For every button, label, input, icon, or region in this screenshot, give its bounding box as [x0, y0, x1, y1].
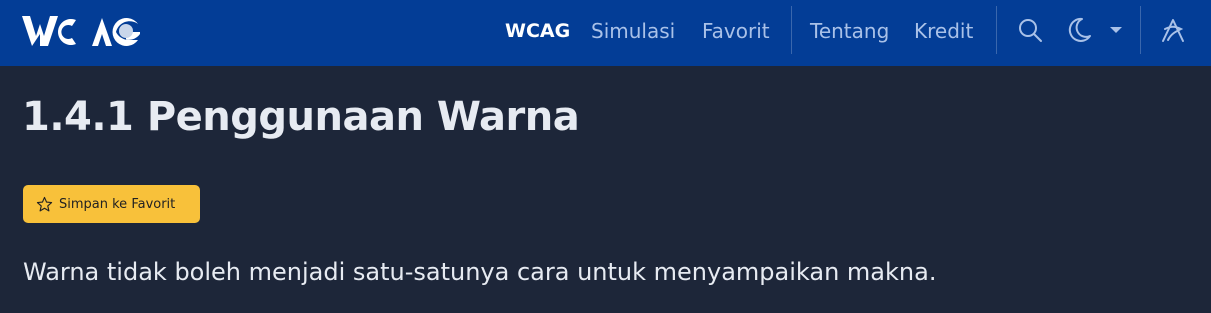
- nav-divider: [1140, 6, 1141, 54]
- search-icon[interactable]: [1016, 16, 1044, 44]
- page-title: 1.4.1 Penggunaan Warna: [22, 94, 580, 140]
- save-to-favorites-label: Simpan ke Favorit: [59, 196, 176, 212]
- main-content: 1.4.1 Penggunaan Warna Simpan ke Favorit…: [0, 66, 1211, 313]
- wcag-logo[interactable]: [22, 14, 142, 48]
- accessibility-icon[interactable]: [1159, 16, 1187, 44]
- criterion-description: Warna tidak boleh menjadi satu-satunya c…: [23, 258, 937, 286]
- nav-divider: [791, 6, 792, 54]
- nav-divider: [996, 6, 997, 54]
- top-navbar: WCAG Simulasi Favorit Tentang Kredit: [0, 0, 1211, 66]
- star-icon: [36, 196, 53, 211]
- nav-link-favorit[interactable]: Favorit: [702, 18, 770, 44]
- nav-link-simulasi[interactable]: Simulasi: [591, 18, 675, 44]
- nav-link-kredit[interactable]: Kredit: [914, 18, 973, 44]
- nav-link-tentang[interactable]: Tentang: [810, 18, 889, 44]
- nav-link-wcag[interactable]: WCAG: [505, 18, 570, 44]
- moon-icon[interactable]: [1065, 16, 1093, 44]
- caret-down-icon[interactable]: [1104, 16, 1132, 44]
- save-to-favorites-button[interactable]: Simpan ke Favorit: [23, 185, 200, 223]
